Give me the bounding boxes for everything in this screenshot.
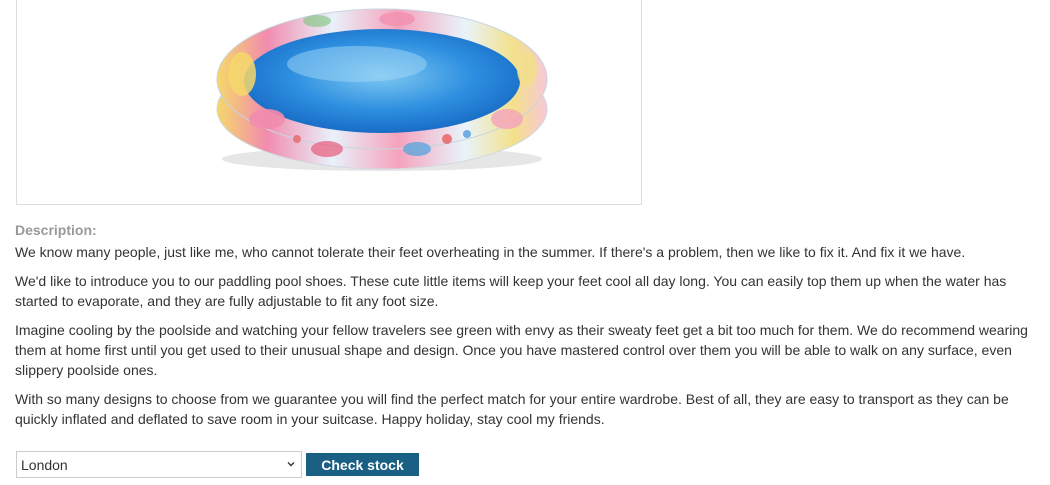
description-paragraph: Imagine cooling by the poolside and watc… xyxy=(15,322,1028,378)
description-paragraph: We know many people, just like me, who c… xyxy=(15,244,966,260)
description-body: We know many people, just like me, who c… xyxy=(15,242,1040,438)
check-stock-button[interactable]: Check stock xyxy=(306,453,419,476)
chevron-down-icon xyxy=(287,462,295,467)
product-page: Description: We know many people, just l… xyxy=(0,0,1050,485)
stock-check-row: London Check stock xyxy=(16,451,419,478)
product-image-frame xyxy=(16,0,642,205)
store-select-value: London xyxy=(21,456,68,473)
store-select[interactable]: London xyxy=(16,451,302,478)
description-paragraph: With so many designs to choose from we g… xyxy=(15,391,1009,427)
description-heading: Description: xyxy=(15,222,97,238)
description-paragraph: We'd like to introduce you to our paddli… xyxy=(15,273,1007,309)
paddling-pool-image xyxy=(216,8,548,171)
